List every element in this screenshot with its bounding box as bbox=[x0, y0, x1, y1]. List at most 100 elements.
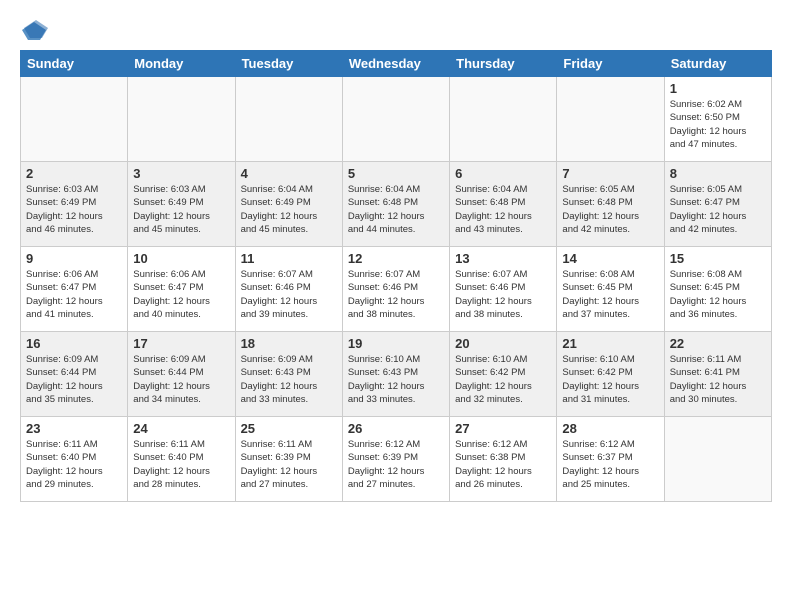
calendar-day-cell: 9 Sunrise: 6:06 AM Sunset: 6:47 PM Daylig… bbox=[21, 247, 128, 332]
calendar-day-cell: 22 Sunrise: 6:11 AM Sunset: 6:41 PM Dayli… bbox=[664, 332, 771, 417]
day-info: Sunrise: 6:06 AM Sunset: 6:47 PM Dayligh… bbox=[26, 268, 122, 321]
day-of-week-header: Saturday bbox=[664, 51, 771, 77]
calendar-day-cell: 12 Sunrise: 6:07 AM Sunset: 6:46 PM Dayli… bbox=[342, 247, 449, 332]
day-of-week-header: Wednesday bbox=[342, 51, 449, 77]
calendar-day-cell: 15Sunrise: 6:08 AM Sunset: 6:45 PM Dayli… bbox=[664, 247, 771, 332]
calendar-day-cell bbox=[664, 417, 771, 502]
day-info: Sunrise: 6:11 AM Sunset: 6:40 PM Dayligh… bbox=[133, 438, 229, 491]
calendar-week-row: 9 Sunrise: 6:06 AM Sunset: 6:47 PM Daylig… bbox=[21, 247, 772, 332]
calendar-day-cell: 11 Sunrise: 6:07 AM Sunset: 6:46 PM Dayli… bbox=[235, 247, 342, 332]
calendar-week-row: 16 Sunrise: 6:09 AM Sunset: 6:44 PM Dayli… bbox=[21, 332, 772, 417]
day-number: 12 bbox=[348, 251, 444, 266]
calendar-header-row: SundayMondayTuesdayWednesdayThursdayFrid… bbox=[21, 51, 772, 77]
day-info: Sunrise: 6:11 AM Sunset: 6:39 PM Dayligh… bbox=[241, 438, 337, 491]
calendar-day-cell: 3 Sunrise: 6:03 AM Sunset: 6:49 PM Daylig… bbox=[128, 162, 235, 247]
logo-icon bbox=[20, 20, 48, 42]
day-number: 4 bbox=[241, 166, 337, 181]
day-info: Sunrise: 6:11 AM Sunset: 6:40 PM Dayligh… bbox=[26, 438, 122, 491]
day-number: 18 bbox=[241, 336, 337, 351]
day-info: Sunrise: 6:07 AM Sunset: 6:46 PM Dayligh… bbox=[348, 268, 444, 321]
day-info: Sunrise: 6:10 AM Sunset: 6:42 PM Dayligh… bbox=[562, 353, 658, 406]
calendar-day-cell bbox=[557, 77, 664, 162]
day-number: 19 bbox=[348, 336, 444, 351]
calendar-day-cell: 19 Sunrise: 6:10 AM Sunset: 6:43 PM Dayli… bbox=[342, 332, 449, 417]
day-of-week-header: Friday bbox=[557, 51, 664, 77]
day-info: Sunrise: 6:07 AM Sunset: 6:46 PM Dayligh… bbox=[455, 268, 551, 321]
calendar-day-cell: 21 Sunrise: 6:10 AM Sunset: 6:42 PM Dayli… bbox=[557, 332, 664, 417]
day-info: Sunrise: 6:11 AM Sunset: 6:41 PM Dayligh… bbox=[670, 353, 766, 406]
day-number: 11 bbox=[241, 251, 337, 266]
day-info: Sunrise: 6:12 AM Sunset: 6:38 PM Dayligh… bbox=[455, 438, 551, 491]
day-info: Sunrise: 6:10 AM Sunset: 6:42 PM Dayligh… bbox=[455, 353, 551, 406]
day-info: Sunrise: 6:07 AM Sunset: 6:46 PM Dayligh… bbox=[241, 268, 337, 321]
day-info: Sunrise: 6:05 AM Sunset: 6:47 PM Dayligh… bbox=[670, 183, 766, 236]
day-number: 27 bbox=[455, 421, 551, 436]
day-number: 14 bbox=[562, 251, 658, 266]
day-number: 3 bbox=[133, 166, 229, 181]
day-info: Sunrise: 6:05 AM Sunset: 6:48 PM Dayligh… bbox=[562, 183, 658, 236]
calendar-day-cell: 18 Sunrise: 6:09 AM Sunset: 6:43 PM Dayli… bbox=[235, 332, 342, 417]
day-info: Sunrise: 6:09 AM Sunset: 6:44 PM Dayligh… bbox=[26, 353, 122, 406]
calendar-day-cell: 10 Sunrise: 6:06 AM Sunset: 6:47 PM Dayli… bbox=[128, 247, 235, 332]
calendar-day-cell: 14 Sunrise: 6:08 AM Sunset: 6:45 PM Dayli… bbox=[557, 247, 664, 332]
calendar-day-cell: 13 Sunrise: 6:07 AM Sunset: 6:46 PM Dayli… bbox=[450, 247, 557, 332]
calendar-day-cell: 5 Sunrise: 6:04 AM Sunset: 6:48 PM Daylig… bbox=[342, 162, 449, 247]
day-number: 16 bbox=[26, 336, 122, 351]
calendar-day-cell: 23 Sunrise: 6:11 AM Sunset: 6:40 PM Dayli… bbox=[21, 417, 128, 502]
calendar-day-cell: 16 Sunrise: 6:09 AM Sunset: 6:44 PM Dayli… bbox=[21, 332, 128, 417]
calendar-day-cell: 4 Sunrise: 6:04 AM Sunset: 6:49 PM Daylig… bbox=[235, 162, 342, 247]
day-of-week-header: Thursday bbox=[450, 51, 557, 77]
day-number: 5 bbox=[348, 166, 444, 181]
calendar-day-cell: 26 Sunrise: 6:12 AM Sunset: 6:39 PM Dayli… bbox=[342, 417, 449, 502]
calendar-table: SundayMondayTuesdayWednesdayThursdayFrid… bbox=[20, 50, 772, 502]
calendar-week-row: 23 Sunrise: 6:11 AM Sunset: 6:40 PM Dayli… bbox=[21, 417, 772, 502]
day-number: 7 bbox=[562, 166, 658, 181]
calendar-day-cell bbox=[235, 77, 342, 162]
day-info: Sunrise: 6:09 AM Sunset: 6:43 PM Dayligh… bbox=[241, 353, 337, 406]
day-number: 28 bbox=[562, 421, 658, 436]
day-number: 9 bbox=[26, 251, 122, 266]
day-info: Sunrise: 6:02 AM Sunset: 6:50 PM Dayligh… bbox=[670, 98, 766, 151]
day-number: 17 bbox=[133, 336, 229, 351]
day-number: 8 bbox=[670, 166, 766, 181]
day-of-week-header: Tuesday bbox=[235, 51, 342, 77]
calendar-day-cell: 27 Sunrise: 6:12 AM Sunset: 6:38 PM Dayli… bbox=[450, 417, 557, 502]
day-number: 13 bbox=[455, 251, 551, 266]
day-info: Sunrise: 6:06 AM Sunset: 6:47 PM Dayligh… bbox=[133, 268, 229, 321]
day-of-week-header: Monday bbox=[128, 51, 235, 77]
calendar-day-cell bbox=[21, 77, 128, 162]
calendar-day-cell: 20 Sunrise: 6:10 AM Sunset: 6:42 PM Dayli… bbox=[450, 332, 557, 417]
calendar-day-cell: 28 Sunrise: 6:12 AM Sunset: 6:37 PM Dayli… bbox=[557, 417, 664, 502]
day-info: Sunrise: 6:12 AM Sunset: 6:37 PM Dayligh… bbox=[562, 438, 658, 491]
calendar-week-row: 2 Sunrise: 6:03 AM Sunset: 6:49 PM Daylig… bbox=[21, 162, 772, 247]
day-info: Sunrise: 6:04 AM Sunset: 6:48 PM Dayligh… bbox=[348, 183, 444, 236]
day-number: 26 bbox=[348, 421, 444, 436]
day-number: 24 bbox=[133, 421, 229, 436]
calendar-week-row: 1 Sunrise: 6:02 AM Sunset: 6:50 PM Daylig… bbox=[21, 77, 772, 162]
day-number: 22 bbox=[670, 336, 766, 351]
calendar-day-cell: 2 Sunrise: 6:03 AM Sunset: 6:49 PM Daylig… bbox=[21, 162, 128, 247]
day-of-week-header: Sunday bbox=[21, 51, 128, 77]
day-info: Sunrise: 6:10 AM Sunset: 6:43 PM Dayligh… bbox=[348, 353, 444, 406]
calendar-day-cell bbox=[128, 77, 235, 162]
day-number: 2 bbox=[26, 166, 122, 181]
day-info: Sunrise: 6:12 AM Sunset: 6:39 PM Dayligh… bbox=[348, 438, 444, 491]
day-number: 20 bbox=[455, 336, 551, 351]
calendar-day-cell: 1 Sunrise: 6:02 AM Sunset: 6:50 PM Daylig… bbox=[664, 77, 771, 162]
day-number: 21 bbox=[562, 336, 658, 351]
day-info: Sunrise: 6:04 AM Sunset: 6:49 PM Dayligh… bbox=[241, 183, 337, 236]
logo bbox=[20, 20, 52, 42]
day-info: Sunrise: 6:08 AM Sunset: 6:45 PM Dayligh… bbox=[562, 268, 658, 321]
day-number: 25 bbox=[241, 421, 337, 436]
calendar-day-cell bbox=[450, 77, 557, 162]
day-info: Sunrise: 6:03 AM Sunset: 6:49 PM Dayligh… bbox=[133, 183, 229, 236]
day-info: Sunrise: 6:03 AM Sunset: 6:49 PM Dayligh… bbox=[26, 183, 122, 236]
day-number: 1 bbox=[670, 81, 766, 96]
day-number: 23 bbox=[26, 421, 122, 436]
day-number: 15 bbox=[670, 251, 766, 266]
calendar-day-cell: 7 Sunrise: 6:05 AM Sunset: 6:48 PM Daylig… bbox=[557, 162, 664, 247]
day-number: 10 bbox=[133, 251, 229, 266]
calendar-day-cell bbox=[342, 77, 449, 162]
day-number: 6 bbox=[455, 166, 551, 181]
day-info: Sunrise: 6:04 AM Sunset: 6:48 PM Dayligh… bbox=[455, 183, 551, 236]
